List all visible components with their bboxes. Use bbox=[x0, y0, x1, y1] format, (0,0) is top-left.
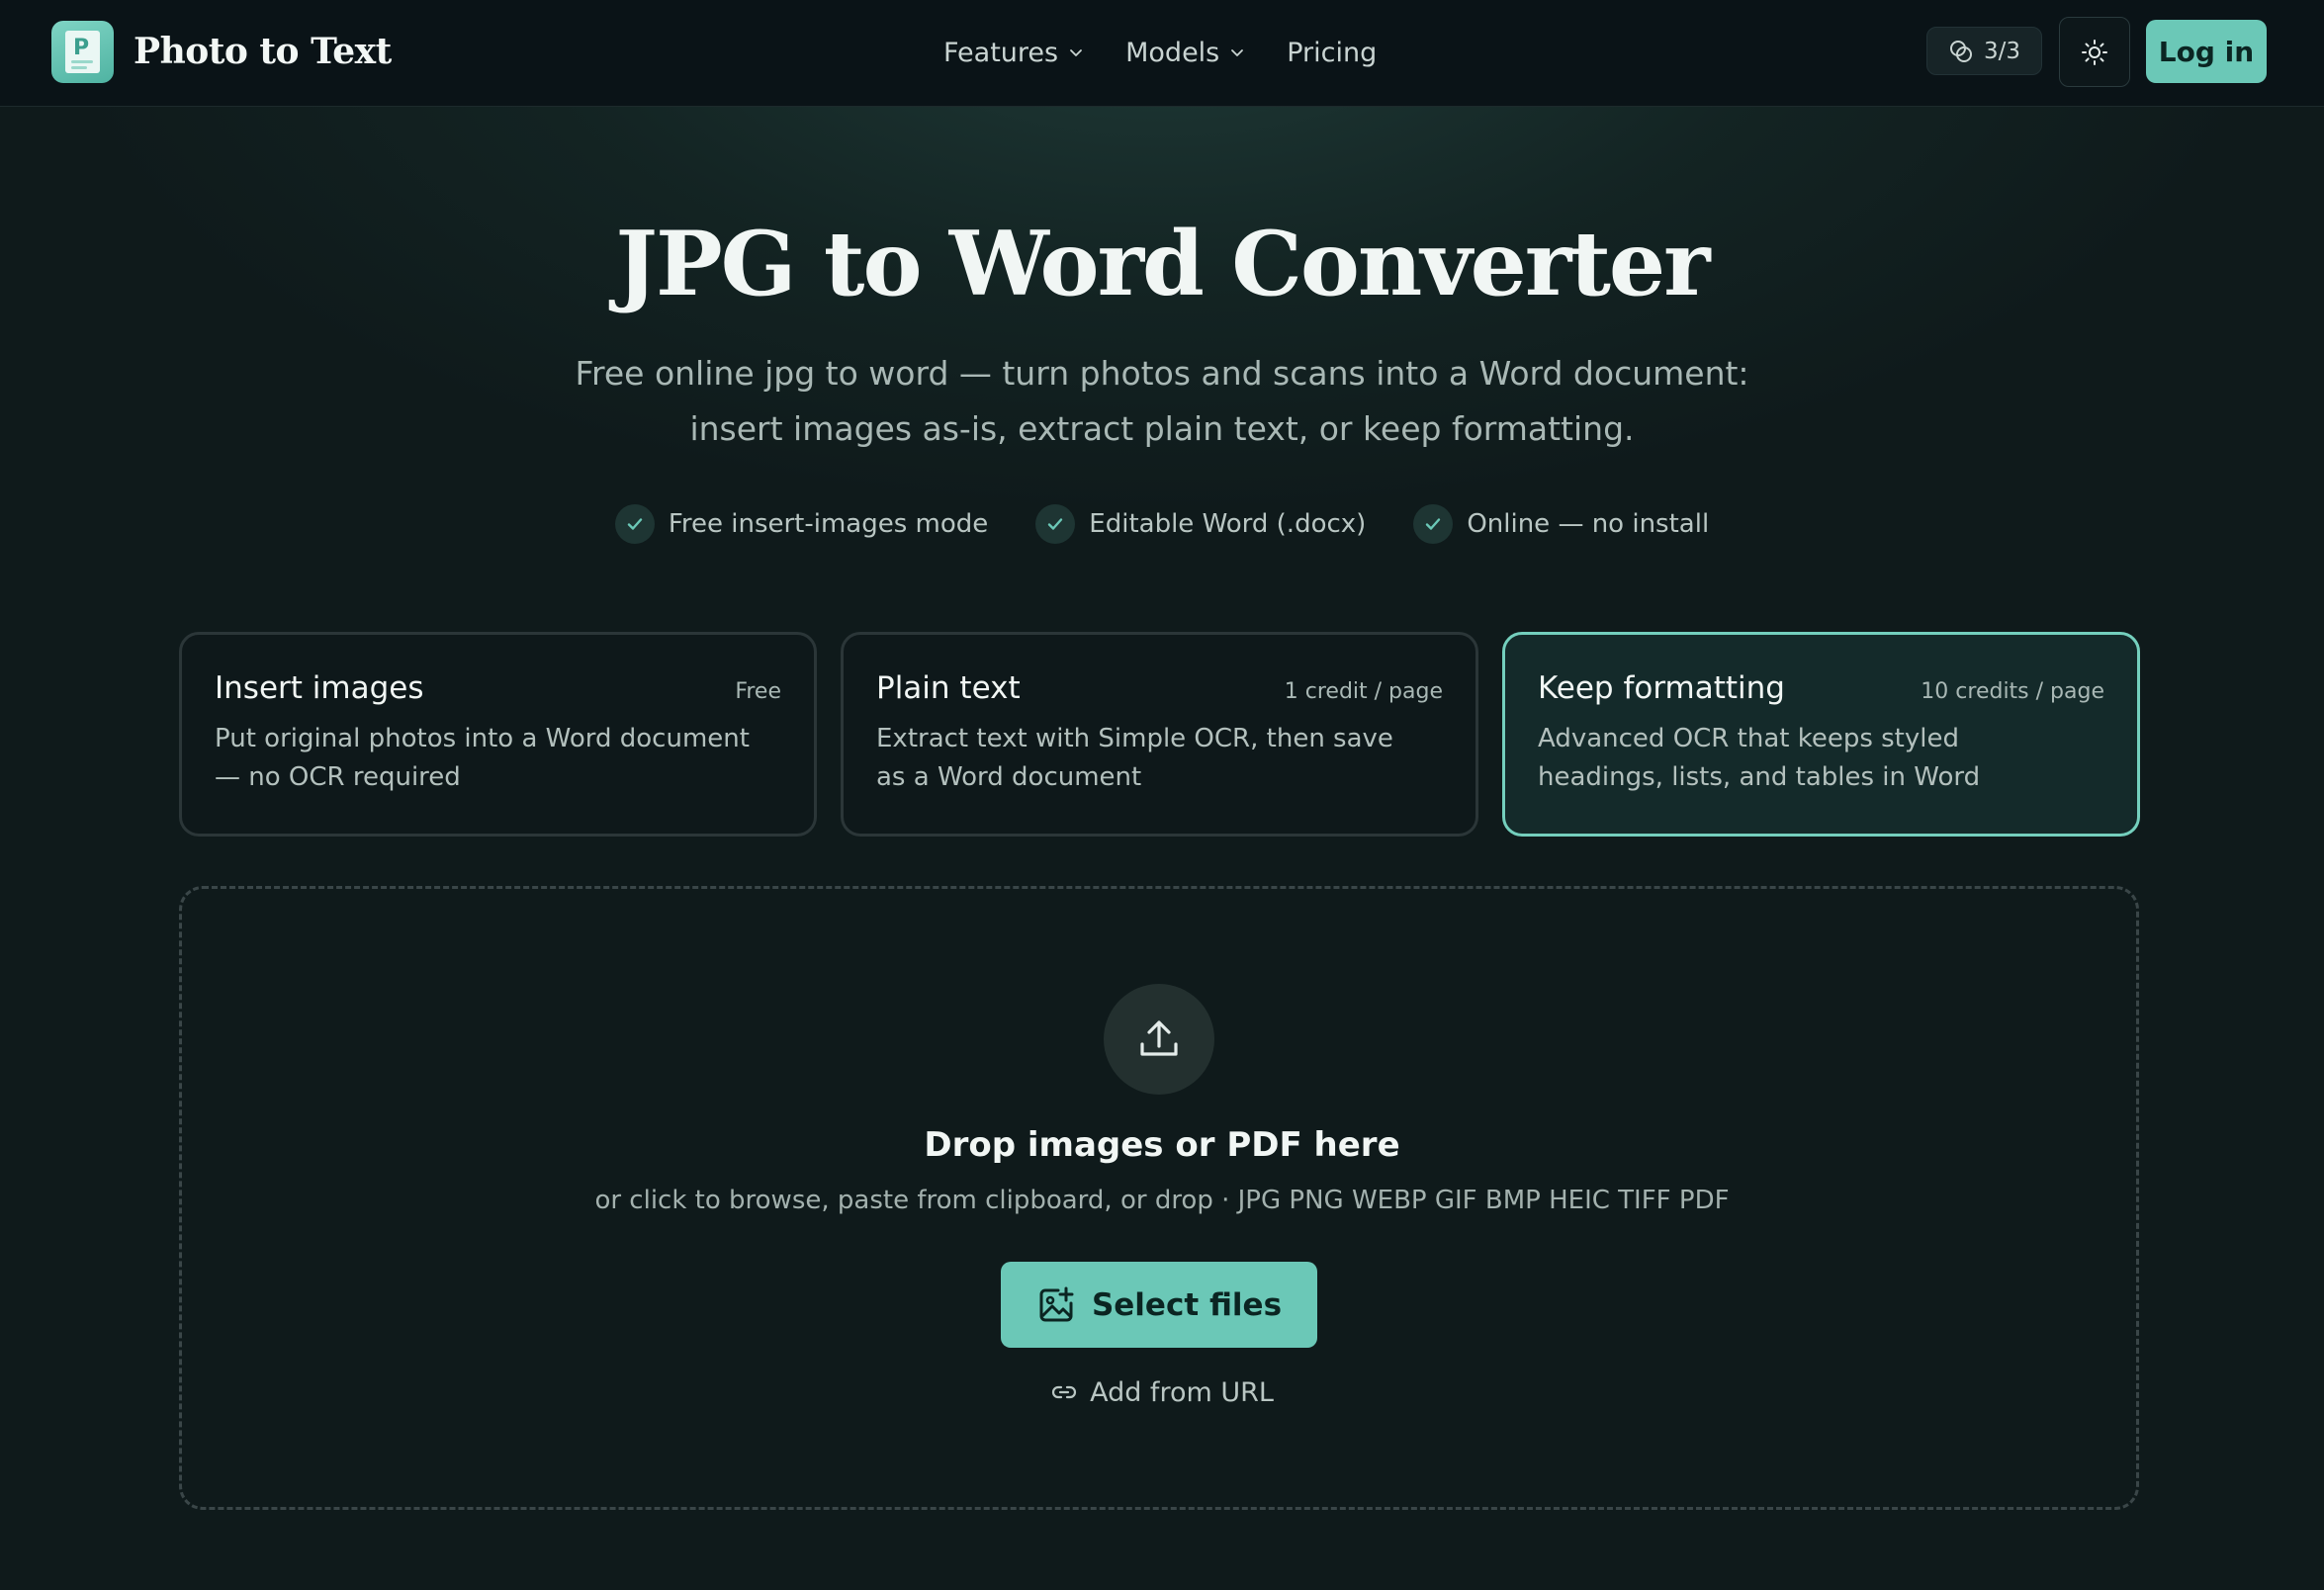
feature-item: Editable Word (.docx) bbox=[1035, 502, 1366, 546]
mode-card-plain-text[interactable]: Plain text 1 credit / page Extract text … bbox=[841, 632, 1478, 837]
link-icon bbox=[1052, 1385, 1077, 1399]
feature-list: Free insert-images mode Editable Word (.… bbox=[0, 502, 2324, 546]
nav-item-label: Features bbox=[943, 37, 1059, 68]
mode-card-insert-images[interactable]: Insert images Free Put original photos i… bbox=[179, 632, 817, 837]
select-files-button[interactable]: Select files bbox=[1001, 1262, 1317, 1348]
feature-label: Free insert-images mode bbox=[668, 509, 989, 539]
credits-count: 3/3 bbox=[1983, 38, 2020, 64]
nav-item-label: Models bbox=[1125, 37, 1220, 68]
feature-item: Free insert-images mode bbox=[614, 502, 989, 546]
chevron-down-icon bbox=[1070, 49, 1083, 56]
check-icon bbox=[614, 504, 655, 544]
nav-item-models[interactable]: Models bbox=[1125, 38, 1245, 68]
feature-label: Editable Word (.docx) bbox=[1089, 509, 1367, 539]
theme-toggle-button[interactable] bbox=[2059, 17, 2130, 87]
mode-title: Plain text bbox=[876, 670, 1021, 706]
dropzone-title: Drop images or PDF here bbox=[924, 1125, 1400, 1165]
feature-item: Online — no install bbox=[1413, 502, 1709, 546]
top-nav: P Photo to Text Features Models Pricing … bbox=[0, 0, 2324, 107]
add-image-icon bbox=[1039, 1286, 1074, 1321]
mode-description: Advanced OCR that keeps styled headings,… bbox=[1538, 724, 1981, 792]
brand-name: Photo to Text bbox=[134, 31, 392, 72]
mode-price: 10 credits / page bbox=[1921, 679, 2104, 704]
mode-description: Put original photos into a Word document… bbox=[215, 724, 750, 792]
mode-title: Insert images bbox=[215, 670, 424, 706]
add-from-url-label: Add from URL bbox=[1090, 1376, 1274, 1408]
check-icon bbox=[1413, 504, 1454, 544]
dropzone-subtitle: or click to browse, paste from clipboard… bbox=[594, 1186, 1730, 1215]
nav-item-pricing[interactable]: Pricing bbox=[1287, 38, 1377, 68]
check-icon bbox=[1035, 504, 1076, 544]
feature-label: Online — no install bbox=[1467, 509, 1710, 539]
brand-link[interactable]: P Photo to Text bbox=[51, 20, 392, 83]
nav-item-features[interactable]: Features bbox=[943, 38, 1084, 68]
mode-description: Extract text with Simple OCR, then save … bbox=[876, 724, 1393, 792]
credits-badge[interactable]: 3/3 bbox=[1926, 27, 2042, 75]
logo-letter: P bbox=[73, 35, 90, 60]
login-button[interactable]: Log in bbox=[2146, 20, 2267, 83]
mode-title: Keep formatting bbox=[1538, 670, 1785, 706]
credits-icon bbox=[1949, 40, 1972, 62]
upload-icon bbox=[1104, 984, 1214, 1095]
mode-card-keep-formatting[interactable]: Keep formatting 10 credits / page Advanc… bbox=[1502, 632, 2140, 837]
main-menu: Features Models Pricing bbox=[943, 30, 1377, 75]
nav-item-label: Pricing bbox=[1287, 37, 1378, 68]
mode-price: 1 credit / page bbox=[1284, 679, 1443, 704]
add-from-url-link[interactable]: Add from URL bbox=[0, 1372, 2324, 1412]
page-title: JPG to Word Converter bbox=[615, 212, 1710, 316]
page-subtitle: Free online jpg to word — turn photos an… bbox=[575, 354, 1749, 448]
select-files-label: Select files bbox=[1091, 1286, 1283, 1323]
logo-icon: P bbox=[51, 20, 114, 83]
chevron-down-icon bbox=[1231, 49, 1244, 56]
sun-icon bbox=[2082, 39, 2107, 65]
mode-price: Free bbox=[735, 679, 781, 704]
